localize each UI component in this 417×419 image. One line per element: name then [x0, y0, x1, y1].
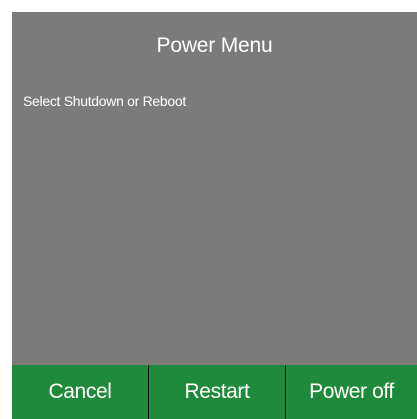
dialog-message: Select Shutdown or Reboot: [23, 93, 186, 109]
restart-button[interactable]: Restart: [149, 365, 286, 419]
cancel-button[interactable]: Cancel: [12, 365, 149, 419]
screen: Power Menu Select Shutdown or Reboot Can…: [0, 0, 417, 419]
power-menu-dialog: Power Menu Select Shutdown or Reboot Can…: [12, 12, 417, 419]
dialog-button-bar: Cancel Restart Power off: [12, 365, 417, 419]
power-off-button[interactable]: Power off: [286, 365, 417, 419]
dialog-title: Power Menu: [156, 34, 273, 57]
